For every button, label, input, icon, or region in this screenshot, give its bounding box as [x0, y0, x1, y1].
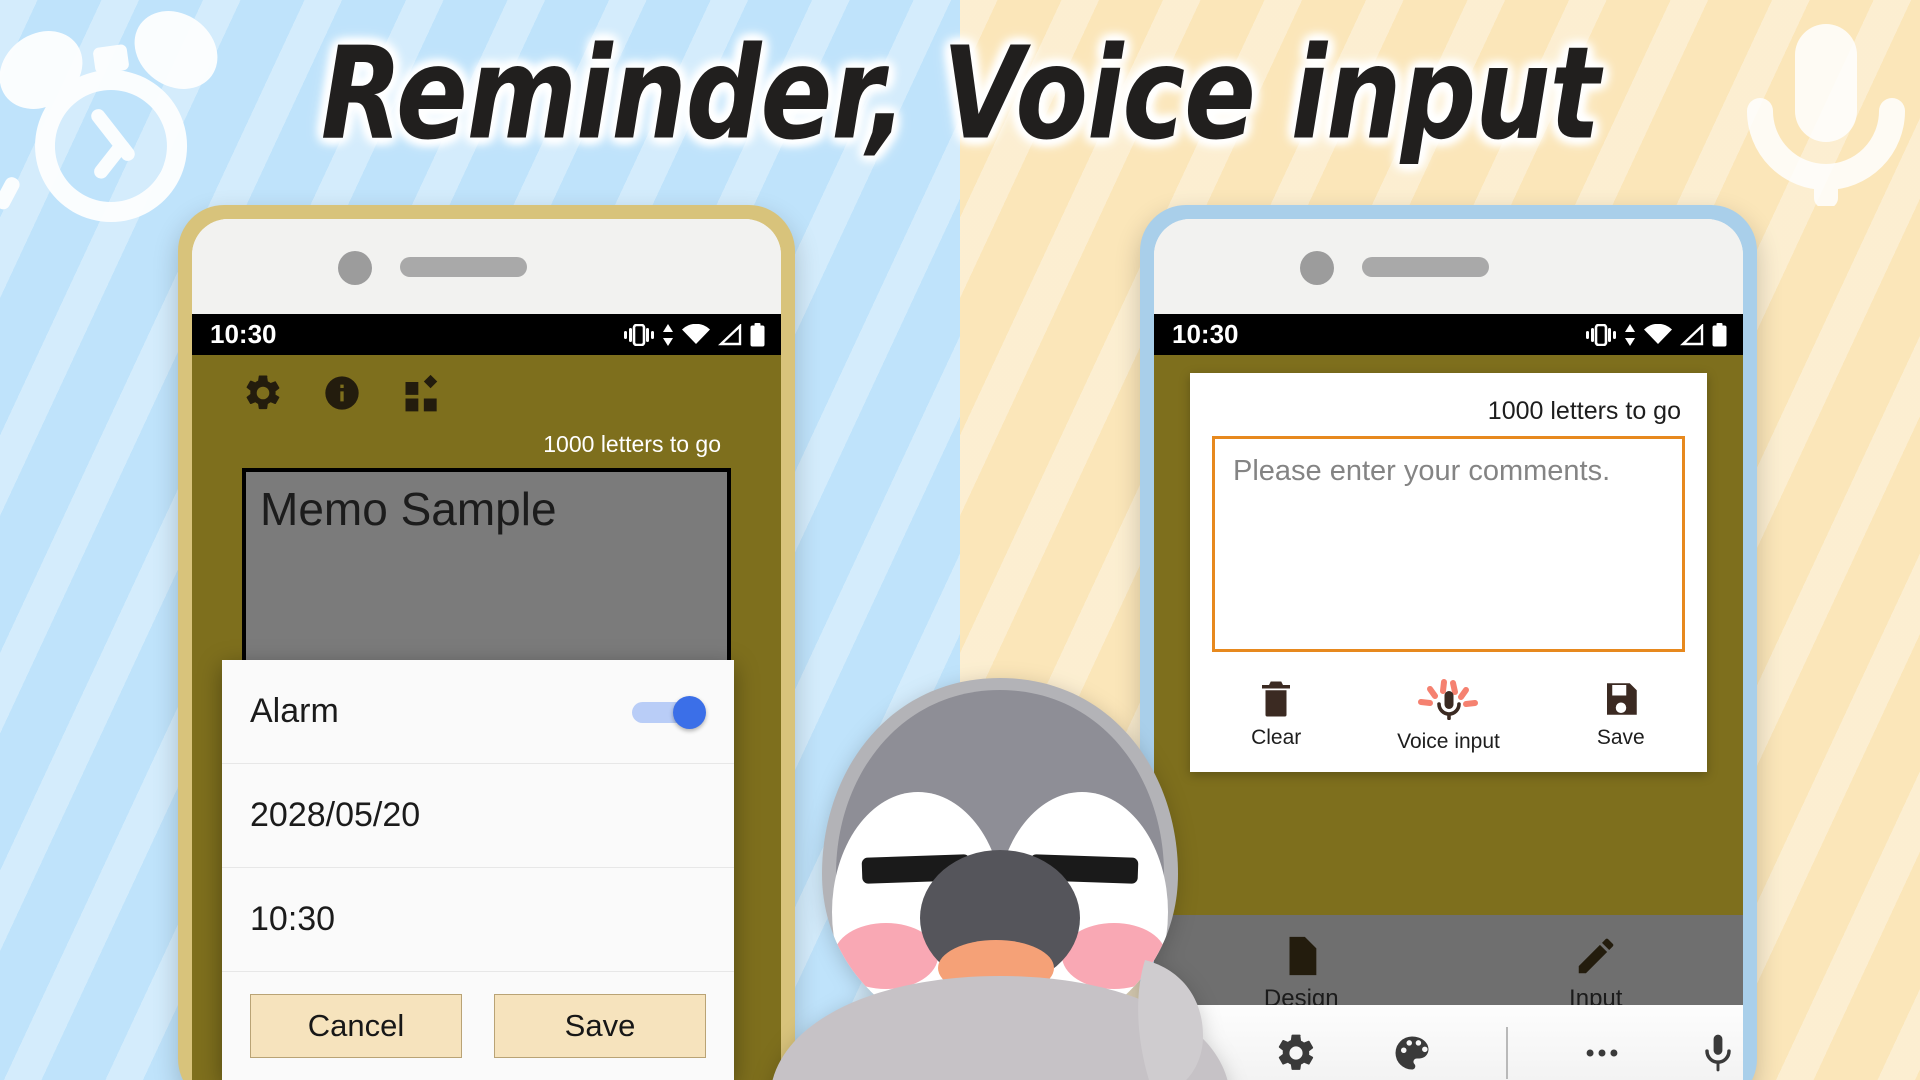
signal-icon [718, 323, 742, 345]
comment-placeholder: Please enter your comments. [1233, 455, 1611, 487]
status-time: 10:30 [210, 319, 277, 349]
save-label-right: Save [1596, 726, 1645, 749]
microphone-icon [1418, 679, 1479, 720]
penguin-mascot [772, 678, 1228, 1080]
cancel-button[interactable]: Cancel [250, 994, 462, 1058]
status-time: 10:30 [1172, 319, 1239, 349]
wifi-icon [1644, 323, 1672, 344]
battery-icon [750, 322, 765, 346]
page-title: Reminder, Voice input [320, 20, 1600, 169]
save-button-right[interactable]: Save [1535, 678, 1707, 754]
status-icons [1586, 322, 1727, 347]
memo-text: Memo Sample [260, 483, 557, 535]
front-camera-icon [338, 251, 372, 285]
microphone-icon[interactable] [1696, 1031, 1740, 1075]
alarm-label: Alarm [250, 692, 339, 730]
vibrate-icon [1586, 323, 1616, 346]
alarm-time-value: 10:30 [250, 900, 336, 938]
status-icons [624, 322, 765, 347]
alarm-time-row[interactable]: 10:30 [222, 868, 734, 972]
app-bar-icons-left [192, 355, 781, 423]
battery-icon [1712, 322, 1727, 346]
comment-input[interactable]: Please enter your comments. [1212, 436, 1685, 652]
memo-textarea[interactable]: Memo Sample [242, 468, 731, 678]
data-transfer-icon [1625, 323, 1635, 346]
data-transfer-icon [663, 323, 673, 346]
alarm-dialog: Alarm 2028/05/20 10:30 Cancel Save [222, 660, 734, 1080]
wifi-icon [682, 323, 710, 344]
save-button[interactable]: Save [494, 994, 706, 1058]
front-camera-icon [1300, 251, 1334, 285]
widgets-icon[interactable] [400, 371, 444, 415]
status-bar-right: 10:30 [1154, 314, 1743, 355]
phone-left-bezel [192, 219, 781, 314]
earpiece-speaker [400, 257, 527, 277]
voice-input-label: Voice input [1397, 730, 1500, 753]
status-bar-left: 10:30 [192, 314, 781, 355]
alarm-date-row[interactable]: 2028/05/20 [222, 764, 734, 868]
voice-input-button[interactable]: Voice input [1362, 678, 1534, 754]
phone-right-bezel [1154, 219, 1743, 314]
alarm-toggle-row[interactable]: Alarm [222, 660, 734, 764]
palette-icon[interactable] [1390, 1031, 1434, 1075]
earpiece-speaker [1362, 257, 1489, 277]
info-icon[interactable] [322, 373, 362, 413]
letters-to-go-right: 1000 letters to go [1487, 397, 1681, 425]
gear-icon[interactable] [242, 372, 284, 414]
alarm-date-value: 2028/05/20 [250, 796, 421, 834]
floppy-save-icon [1606, 683, 1637, 715]
signal-icon [1680, 323, 1704, 345]
pencil-icon [1578, 938, 1614, 974]
navbar-divider [1505, 1027, 1508, 1079]
letters-to-go-left: 1000 letters to go [543, 431, 721, 457]
screenshot-stage: Reminder, Voice input 10:30 1000 letters… [0, 0, 1920, 1080]
alarm-dialog-actions: Cancel Save [222, 972, 734, 1058]
vibrate-icon [624, 323, 654, 346]
more-icon[interactable] [1580, 1031, 1624, 1075]
